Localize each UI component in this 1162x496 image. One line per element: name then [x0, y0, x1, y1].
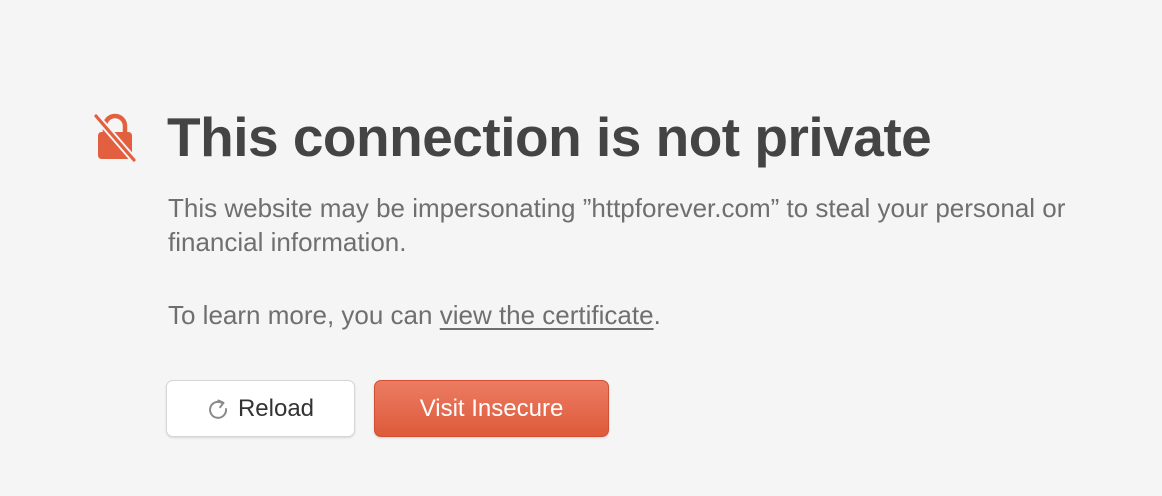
warning-description: This website may be impersonating ”httpf… — [168, 193, 1066, 257]
reload-icon — [209, 399, 227, 419]
visit-insecure-button-label: Visit Insecure — [419, 394, 564, 422]
page-title: This connection is not private — [167, 106, 932, 168]
insecure-lock-icon — [93, 112, 137, 163]
reload-button[interactable]: Reload — [166, 380, 355, 437]
visit-insecure-button[interactable]: Visit Insecure — [374, 380, 609, 437]
learn-more-suffix: . — [653, 300, 661, 330]
learn-more-prefix: To learn more, you can — [168, 300, 440, 330]
privacy-warning-page: This connection is not private This webs… — [0, 0, 1162, 496]
view-certificate-link[interactable]: view the certificate — [440, 300, 654, 330]
reload-button-label: Reload — [237, 394, 315, 422]
learn-more-text: To learn more, you can view the certific… — [168, 298, 1098, 332]
